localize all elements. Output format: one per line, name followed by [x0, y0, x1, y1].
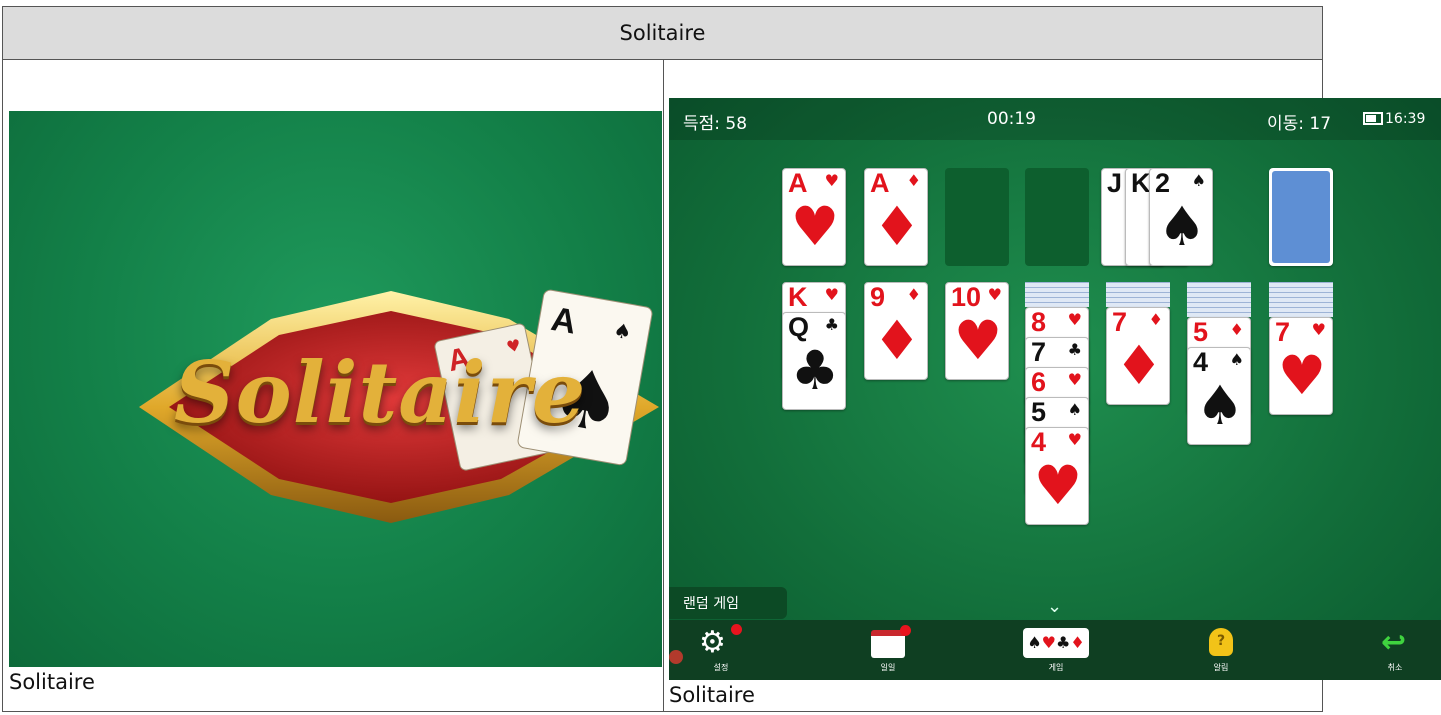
logo-text: Solitaire [174, 343, 587, 442]
clock-label: 16:39 [1385, 111, 1426, 127]
card-rank: 7 [1112, 307, 1128, 337]
card-rank: 10 [951, 282, 982, 312]
stock-pile[interactable] [1269, 168, 1333, 266]
card-suit-large: ♦ [872, 309, 922, 372]
card-suit-small: ♦ [906, 285, 921, 304]
card-back-pattern [1272, 171, 1330, 263]
daily-label: 일일 [880, 663, 896, 672]
card-rank: A [788, 168, 808, 198]
moves-label: 이동: 17 [1267, 114, 1332, 134]
card-suit-small: ♠ [1067, 400, 1082, 419]
card-suit-small: ♥ [824, 171, 839, 190]
hint-label: 알림 [1213, 663, 1229, 672]
card-suit-large: ♦ [872, 195, 922, 258]
undo-arrow-icon: ↩ [1381, 625, 1407, 660]
chevron-down-icon[interactable]: ⌄ [1047, 596, 1062, 617]
card-suit-large: ♥ [790, 195, 840, 258]
card-suit-small: ♣ [824, 315, 839, 334]
card-rank: K [1131, 168, 1151, 198]
playing-card[interactable]: 2 ♠ ♠ [1149, 168, 1213, 266]
right-caption: Solitaire [669, 683, 755, 707]
card-suit-small: ♥ [1067, 430, 1082, 449]
bottom-toolbar: ⚙ 설정 일일 ♠♥♣♦ 게임 ? 알림 ↩ 취소 [669, 620, 1441, 680]
card-rank: 9 [870, 282, 886, 312]
timer-label: 00:19 [987, 109, 1036, 129]
playing-card[interactable]: 9 ♦ ♦ [864, 282, 928, 380]
card-suit-small: ♣ [1067, 340, 1082, 359]
column-divider [663, 59, 664, 712]
card-suit-small: ♥ [1311, 320, 1326, 339]
card-suit-small: ♥ [824, 285, 839, 304]
solitaire-logo-image: A ♥ A ♠ ♠ Solitaire [9, 111, 662, 667]
playing-card[interactable]: 4 ♥ ♥ [1025, 427, 1089, 525]
left-caption: Solitaire [9, 670, 95, 694]
playing-card[interactable]: Q ♣ ♣ [782, 312, 846, 410]
card-suit-large: ♥ [953, 309, 1003, 372]
card-suit-large: ♠ [1157, 195, 1207, 258]
card-suit-small: ♦ [906, 171, 921, 190]
card-rank: J [1107, 168, 1123, 198]
card-suit-large: ♣ [790, 339, 840, 402]
card-rank: 7 [1275, 317, 1291, 347]
card-suit-large: ♦ [1114, 334, 1164, 397]
card-rank: Q [788, 312, 810, 342]
random-game-button[interactable]: 랜덤 게임 [669, 587, 787, 619]
undo-label: 취소 [1387, 663, 1403, 672]
calendar-icon [871, 630, 905, 658]
card-rank: 4 [1031, 427, 1047, 457]
game-screenshot: 득점: 58 00:19 이동: 17 16:39 A ♥ ♥ A ♦ ♦ J K 2 ♠ ♠ K ♥ Q… [669, 98, 1441, 680]
card-rank: 5 [1193, 317, 1209, 347]
playing-card[interactable]: 10 ♥ ♥ [945, 282, 1009, 380]
card-rank: 4 [1193, 347, 1209, 377]
playing-card[interactable]: 4 ♠ ♠ [1187, 347, 1251, 445]
card-suit-small: ♦ [1148, 310, 1163, 329]
playing-card[interactable]: A ♥ ♥ [782, 168, 846, 266]
battery-icon [1363, 112, 1383, 125]
lightbulb-icon: ? [1209, 628, 1233, 656]
card-suit-small: ♥ [1067, 370, 1082, 389]
card-rank: 2 [1155, 168, 1171, 198]
card-rank: 6 [1031, 367, 1047, 397]
card-suit-small: ♠ [1191, 171, 1206, 190]
card-suit-small: ♥ [1067, 310, 1082, 329]
score-label: 득점: 58 [683, 114, 748, 134]
playing-card[interactable]: 7 ♦ ♦ [1106, 307, 1170, 405]
card-rank: K [788, 282, 808, 312]
status-bar: 득점: 58 00:19 이동: 17 16:39 [669, 98, 1441, 140]
games-label: 게임 [1048, 663, 1064, 672]
cards-fan-icon: ♠♥♣♦ [1023, 628, 1089, 658]
notification-dot [731, 624, 742, 635]
card-suit-large: ♥ [1277, 344, 1327, 407]
table-title: Solitaire [2, 6, 1323, 60]
card-rank: 8 [1031, 307, 1047, 337]
card-suit-small: ♥ [987, 285, 1002, 304]
empty-foundation-slot[interactable] [945, 168, 1009, 266]
notification-dot [900, 625, 911, 636]
card-suit-large: ♠ [1195, 374, 1245, 437]
card-suit-small: ♠ [1229, 350, 1244, 369]
settings-label: 설정 [713, 663, 729, 672]
playing-card[interactable]: 7 ♥ ♥ [1269, 317, 1333, 415]
card-rank: A [870, 168, 890, 198]
card-rank: 5 [1031, 397, 1047, 427]
card-rank: 7 [1031, 337, 1047, 367]
ad-marker-icon [669, 650, 683, 664]
gear-icon: ⚙ [699, 625, 726, 660]
card-suit-small: ♦ [1229, 320, 1244, 339]
playing-card[interactable]: A ♦ ♦ [864, 168, 928, 266]
empty-foundation-slot[interactable] [1025, 168, 1089, 266]
card-suit-large: ♥ [1033, 454, 1083, 517]
